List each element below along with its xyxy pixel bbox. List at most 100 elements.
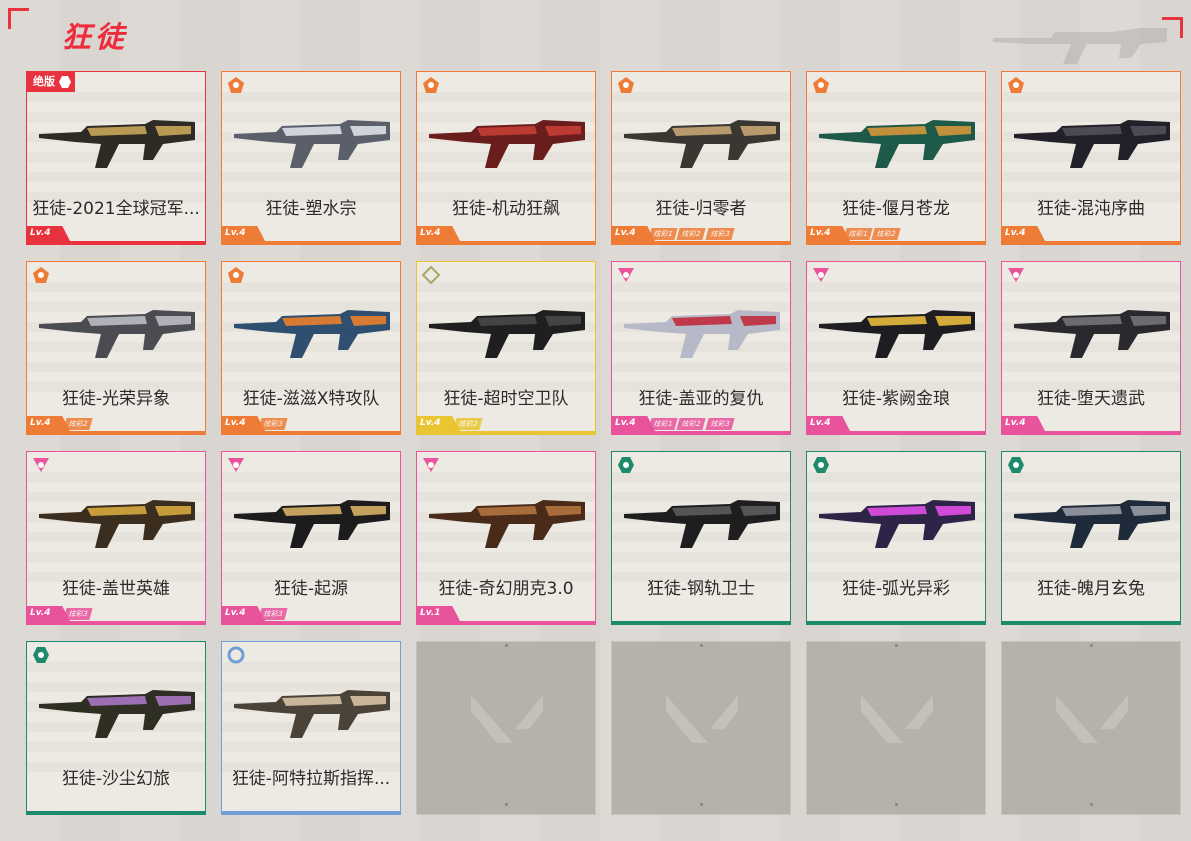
hexagon-icon xyxy=(813,457,829,473)
skin-card[interactable]: 狂徒-弧光异彩 xyxy=(806,451,986,625)
skin-card[interactable]: 狂徒-奇幻朋克3.0 Lv.1 xyxy=(416,451,596,625)
weapon-image xyxy=(624,120,780,168)
skin-card[interactable]: 狂徒-钢轨卫士 xyxy=(611,451,791,625)
skin-name: 狂徒-起源 xyxy=(273,579,349,599)
empty-slot xyxy=(806,641,986,815)
triangle-icon xyxy=(228,458,244,472)
empty-slot xyxy=(416,641,596,815)
variant-tags: 炫彩2 xyxy=(453,418,484,430)
variant-tags: 炫彩2 xyxy=(63,418,94,430)
variant-tag: 炫彩2 xyxy=(453,418,484,430)
skin-name: 狂徒-盖亚的复仇 xyxy=(638,389,764,409)
slot-dot xyxy=(505,644,508,647)
skin-card[interactable]: 狂徒-混沌序曲 Lv.4 xyxy=(1001,71,1181,245)
weapon-image xyxy=(429,310,585,358)
skin-name: 狂徒-弧光异彩 xyxy=(841,579,951,599)
variant-tags: 炫彩3 xyxy=(63,608,94,620)
skin-name: 狂徒-塑水宗 xyxy=(265,199,357,219)
rarity-bar xyxy=(27,431,205,434)
rarity-bar xyxy=(417,241,595,244)
rarity-bar xyxy=(807,431,985,434)
rarity-bar xyxy=(612,431,790,434)
weapon-image xyxy=(39,500,195,548)
pentagon-icon xyxy=(1008,77,1024,93)
skin-name: 狂徒-紫阙金琅 xyxy=(841,389,951,409)
variant-tag: 炫彩1 xyxy=(843,228,874,240)
weapon-image xyxy=(819,500,975,548)
skin-card[interactable]: 狂徒-阿特拉斯指挥... xyxy=(221,641,401,815)
pentagon-icon xyxy=(813,77,829,93)
skin-card[interactable]: 狂徒-紫阙金琅 Lv.4 xyxy=(806,261,986,435)
weapon-image xyxy=(624,310,780,358)
rarity-bar xyxy=(612,241,790,244)
skin-name: 狂徒-沙尘幻旅 xyxy=(61,769,171,789)
rarity-bar xyxy=(1002,431,1180,434)
skin-card[interactable]: 狂徒-归零者 Lv.4 炫彩1 炫彩2 炫彩3 xyxy=(611,71,791,245)
skin-card[interactable]: 狂徒-机动狂飙 Lv.4 xyxy=(416,71,596,245)
rarity-bar xyxy=(222,431,400,434)
triangle-icon xyxy=(423,458,439,472)
circle-icon xyxy=(227,646,245,664)
level-tag: Lv.4 xyxy=(1002,226,1045,241)
skin-card[interactable]: 狂徒-沙尘幻旅 xyxy=(26,641,206,815)
triangle-icon xyxy=(33,458,49,472)
weapon-image xyxy=(819,120,975,168)
slot-dot xyxy=(1090,644,1093,647)
weapon-image xyxy=(624,500,780,548)
variant-tags: 炫彩1 炫彩2 炫彩3 xyxy=(648,418,736,430)
weapon-image xyxy=(1014,310,1170,358)
variant-tag: 炫彩1 xyxy=(648,228,679,240)
game-logo-icon xyxy=(471,695,543,743)
triangle-icon xyxy=(618,268,634,282)
skin-card[interactable]: 狂徒-起源 Lv.4 炫彩3 xyxy=(221,451,401,625)
skin-card[interactable]: 狂徒-滋滋X特攻队 Lv.4 炫彩3 xyxy=(221,261,401,435)
variant-tag: 炫彩3 xyxy=(705,418,736,430)
skin-card[interactable]: 狂徒-盖世英雄 Lv.4 炫彩3 xyxy=(26,451,206,625)
skin-card[interactable]: 狂徒-塑水宗 Lv.4 xyxy=(221,71,401,245)
diamond-icon xyxy=(422,266,440,284)
variant-tag: 炫彩1 xyxy=(648,418,679,430)
variant-tag: 炫彩3 xyxy=(705,228,736,240)
weapon-image xyxy=(234,690,390,738)
slot-dot xyxy=(1090,803,1093,806)
skin-card[interactable]: 狂徒-超时空卫队 Lv.4 炫彩2 xyxy=(416,261,596,435)
limited-badge: 绝版 xyxy=(27,72,75,92)
skin-name: 狂徒-盖世英雄 xyxy=(61,579,171,599)
weapon-image xyxy=(1014,120,1170,168)
variant-tag: 炫彩2 xyxy=(676,418,707,430)
triangle-icon xyxy=(1008,268,1024,282)
level-tag: Lv.4 xyxy=(417,226,460,241)
skin-card[interactable]: 绝版 狂徒-2021全球冠军... Lv.4 xyxy=(26,71,206,245)
game-logo-icon xyxy=(861,695,933,743)
variant-tags: 炫彩3 xyxy=(258,418,289,430)
rarity-bar xyxy=(222,621,400,624)
weapon-image xyxy=(234,310,390,358)
rarity-bar xyxy=(612,621,790,624)
weapon-image xyxy=(819,310,975,358)
skin-name: 狂徒-2021全球冠军... xyxy=(32,199,200,219)
pentagon-icon xyxy=(423,77,439,93)
slot-dot xyxy=(505,803,508,806)
skin-card[interactable]: 狂徒-魄月玄兔 xyxy=(1001,451,1181,625)
skin-card[interactable]: 狂徒-盖亚的复仇 Lv.4 炫彩1 炫彩2 炫彩3 xyxy=(611,261,791,435)
skin-name: 狂徒-钢轨卫士 xyxy=(646,579,756,599)
level-tag: Lv.4 xyxy=(222,226,265,241)
weapon-image xyxy=(234,120,390,168)
slot-dot xyxy=(700,803,703,806)
skin-name: 狂徒-奇幻朋克3.0 xyxy=(438,579,574,599)
rarity-bar xyxy=(417,431,595,434)
skin-name: 狂徒-魄月玄兔 xyxy=(1036,579,1146,599)
slot-dot xyxy=(895,644,898,647)
skin-name: 狂徒-偃月苍龙 xyxy=(841,199,951,219)
skin-card[interactable]: 狂徒-堕天遗武 Lv.4 xyxy=(1001,261,1181,435)
weapon-silhouette-icon xyxy=(993,28,1167,64)
weapon-image xyxy=(429,120,585,168)
hexagon-icon xyxy=(618,457,634,473)
rarity-bar xyxy=(222,241,400,244)
level-tag: Lv.4 xyxy=(807,416,850,431)
skin-card[interactable]: 狂徒-偃月苍龙 Lv.4 炫彩1 炫彩2 xyxy=(806,71,986,245)
game-logo-icon xyxy=(666,695,738,743)
hexagon-icon xyxy=(33,647,49,663)
skin-card[interactable]: 狂徒-光荣异象 Lv.4 炫彩2 xyxy=(26,261,206,435)
rarity-bar xyxy=(27,621,205,624)
